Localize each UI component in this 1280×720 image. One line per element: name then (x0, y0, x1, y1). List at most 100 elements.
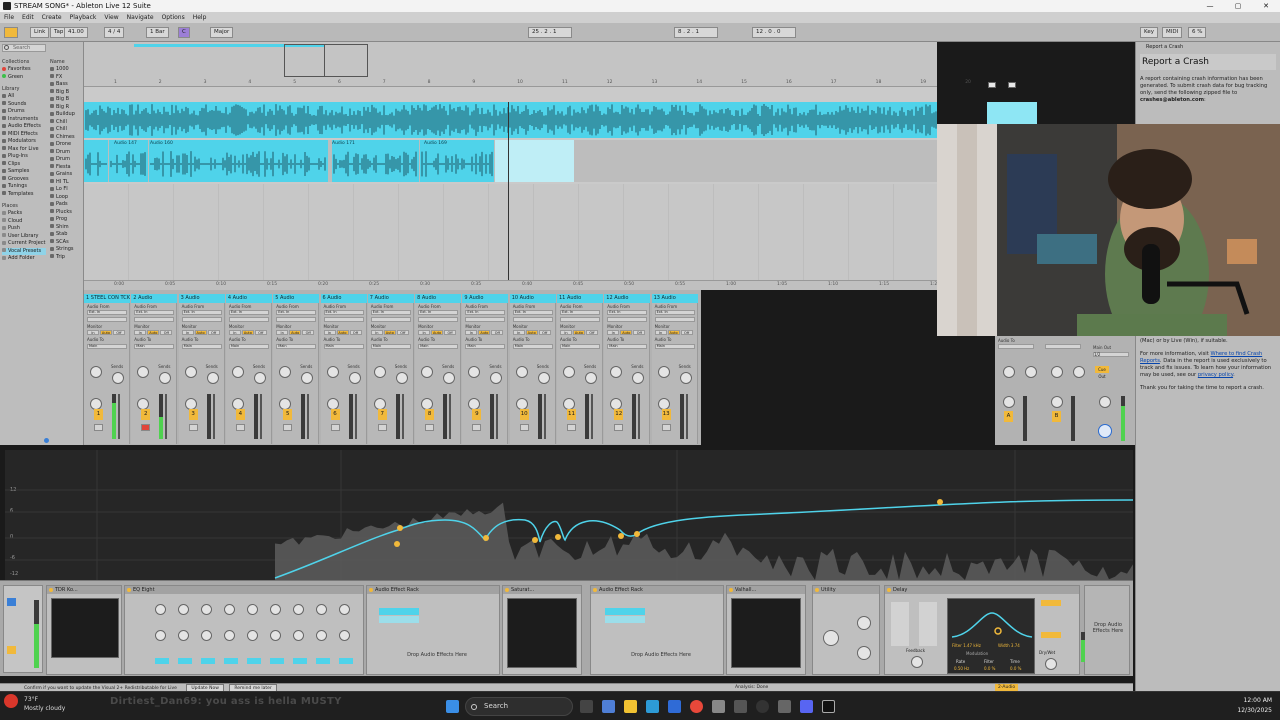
send-a-knob[interactable] (610, 366, 623, 378)
library-item[interactable]: Templates (2, 191, 46, 199)
device-valhalla[interactable]: Valhall... (726, 585, 806, 675)
menu-navigate[interactable]: Navigate (127, 12, 154, 23)
output-select[interactable]: Main (276, 344, 317, 349)
browser-folder-item[interactable]: Big B (50, 89, 82, 97)
input-channel-select[interactable] (323, 317, 364, 322)
input-type-select[interactable]: Ext. In (276, 310, 317, 315)
volume-fader[interactable] (118, 394, 120, 439)
input-type-select[interactable]: Ext. In (370, 310, 411, 315)
places-item[interactable]: Push (2, 225, 46, 233)
library-item[interactable]: Instruments (2, 116, 46, 124)
key-field[interactable]: C (178, 27, 190, 38)
send-a-knob[interactable] (326, 366, 339, 378)
input-type-select[interactable]: Ext. In (465, 310, 506, 315)
device-saturator[interactable]: Saturat... (502, 585, 582, 675)
output-select[interactable]: Main (323, 344, 364, 349)
menu-create[interactable]: Create (42, 12, 62, 23)
return-a-send-knob[interactable] (1003, 366, 1015, 378)
track-activator[interactable]: 10 (519, 409, 529, 420)
device-delay[interactable]: Delay Feedback Filter 1.47 kHz Width 3.7… (884, 585, 1080, 675)
utility-width-knob[interactable] (823, 630, 839, 646)
arm-button[interactable] (661, 424, 671, 431)
output-select[interactable]: Main (181, 344, 222, 349)
send-a-knob[interactable] (137, 366, 150, 378)
eq-band-3-handle[interactable] (483, 535, 489, 541)
track-name[interactable]: 8 Audio (415, 294, 462, 303)
track-activator[interactable]: 13 (661, 409, 671, 420)
volume-fader[interactable] (638, 394, 641, 439)
input-type-select[interactable]: Ext. In (181, 310, 222, 315)
volume-fader[interactable] (259, 394, 262, 439)
browser-folder-item[interactable]: Loop (50, 194, 82, 202)
track-activator[interactable]: 12 (614, 409, 624, 420)
eq-band-knob[interactable] (178, 604, 189, 615)
input-type-select[interactable]: Ext. In (228, 310, 269, 315)
monitor-option[interactable]: Off (538, 330, 551, 335)
arm-button[interactable] (188, 424, 198, 431)
arm-button[interactable] (377, 424, 387, 431)
device-audio-effect-rack-2[interactable]: Audio Effect Rack Drop Audio Effects Her… (590, 585, 724, 675)
menu-help[interactable]: Help (193, 12, 207, 23)
track-activator[interactable]: 5 (283, 409, 293, 420)
arm-button[interactable] (330, 424, 340, 431)
send-a-knob[interactable] (279, 366, 292, 378)
monitor-option[interactable]: Auto (478, 330, 491, 335)
send-b-knob[interactable] (490, 372, 503, 384)
browser-folder-item[interactable]: Fiesta (50, 164, 82, 172)
eq-band-knob[interactable] (316, 630, 327, 641)
eq-band-toggle[interactable] (178, 658, 192, 664)
file-explorer-icon[interactable] (624, 700, 637, 713)
windows-start-icon[interactable] (446, 700, 459, 713)
device-drop-area[interactable]: Drop Audio Effects Here (1081, 585, 1130, 675)
midi-map-button[interactable]: MIDI (1162, 27, 1183, 38)
track-activator[interactable]: 9 (472, 409, 482, 420)
input-channel-select[interactable] (418, 317, 459, 322)
monitor-option[interactable]: Off (349, 330, 362, 335)
output-select[interactable]: Main (607, 344, 648, 349)
browser-folder-item[interactable]: Strings (50, 246, 82, 254)
browser-folder-item[interactable]: Pads (50, 201, 82, 209)
track-activator[interactable]: 6 (330, 409, 340, 420)
send-b-knob[interactable] (348, 372, 361, 384)
input-type-select[interactable]: Ext. In (418, 310, 459, 315)
monitor-option[interactable]: Auto (289, 330, 302, 335)
places-item[interactable]: Current Project (2, 240, 46, 248)
device-eq-eight[interactable]: EQ Eight (124, 585, 364, 675)
track-name[interactable]: 11 Audio (557, 294, 603, 303)
monitor-option[interactable]: Off (680, 330, 693, 335)
input-channel-select[interactable] (228, 317, 269, 322)
cue-out-button[interactable]: Cue Out (1095, 366, 1109, 379)
browser-folder-item[interactable]: Chimes (50, 134, 82, 142)
draw-mode-button[interactable] (1008, 82, 1016, 88)
send-b-knob[interactable] (537, 372, 550, 384)
input-type-select[interactable]: Ext. In (654, 310, 695, 315)
time-ruler[interactable]: 0:00 0:05 0:10 0:15 0:20 0:25 0:30 0:35 0:40 0:45… (84, 280, 940, 290)
library-item[interactable]: Grooves (2, 176, 46, 184)
track-name[interactable]: 9 Audio (462, 294, 509, 303)
collection-item[interactable]: Favorites (2, 66, 46, 74)
app-icon[interactable] (734, 700, 747, 713)
arm-button[interactable] (425, 424, 435, 431)
menu-options[interactable]: Options (162, 12, 185, 23)
monitor-option[interactable]: Auto (525, 330, 538, 335)
return-b-output[interactable] (1045, 344, 1081, 349)
monitor-option[interactable]: Auto (667, 330, 680, 335)
menu-edit[interactable]: Edit (22, 12, 34, 23)
discord-icon[interactable] (800, 700, 813, 713)
library-item[interactable]: Samples (2, 168, 46, 176)
eq-band-knob[interactable] (178, 630, 189, 641)
tdr-plugin-window[interactable] (51, 598, 119, 658)
delay-width[interactable]: 3.74 (1011, 643, 1020, 648)
return-a-pan-knob[interactable] (1003, 396, 1015, 408)
eq-band-2-handle[interactable] (394, 541, 400, 547)
output-select[interactable]: Main (228, 344, 269, 349)
volume-fader[interactable] (212, 394, 215, 439)
monitor-option[interactable]: Auto (431, 330, 444, 335)
delay-filter-display[interactable]: Filter 1.47 kHz Width 3.74 Modulation Ra… (947, 598, 1035, 674)
track-activator[interactable]: 2 (141, 409, 151, 420)
monitor-option[interactable]: Off (444, 330, 457, 335)
chain-2[interactable] (605, 616, 645, 623)
input-channel-select[interactable] (134, 317, 175, 322)
arm-button[interactable] (141, 424, 151, 431)
maximize-button[interactable]: ▢ (1224, 0, 1252, 12)
